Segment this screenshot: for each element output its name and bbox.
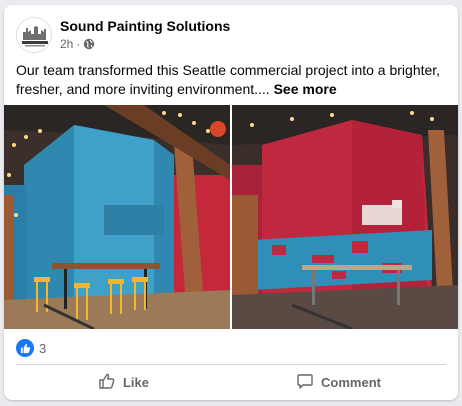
divider	[16, 364, 446, 365]
post-time[interactable]: 2h	[60, 37, 73, 51]
post-body: Our team transformed this Seattle commer…	[16, 62, 441, 97]
see-more-link[interactable]: See more	[274, 81, 337, 97]
globe-icon	[83, 38, 95, 50]
thumbs-up-icon	[98, 372, 116, 393]
comment-button[interactable]: Comment	[231, 366, 446, 398]
avatar[interactable]	[16, 17, 52, 53]
like-icon	[16, 339, 34, 357]
meta-separator: ·	[76, 37, 81, 51]
post-header: Sound Painting Solutions 2h ·	[16, 15, 436, 55]
like-button[interactable]: Like	[16, 366, 231, 398]
reactions-summary[interactable]: 3	[16, 338, 46, 358]
post-meta: 2h ·	[60, 37, 95, 51]
comment-icon	[296, 372, 314, 393]
like-label: Like	[122, 374, 149, 390]
comment-label: Comment	[321, 374, 381, 390]
after-photo[interactable]	[4, 105, 230, 329]
page-logo-icon	[17, 18, 51, 52]
post-images	[4, 105, 458, 329]
post-actions: Like Comment	[16, 366, 446, 398]
before-photo[interactable]	[232, 105, 458, 329]
page-name[interactable]: Sound Painting Solutions	[60, 18, 230, 34]
reaction-count: 3	[39, 340, 47, 356]
post-card: Sound Painting Solutions 2h · Our team t…	[4, 5, 458, 400]
post-text: Our team transformed this Seattle commer…	[16, 61, 448, 99]
